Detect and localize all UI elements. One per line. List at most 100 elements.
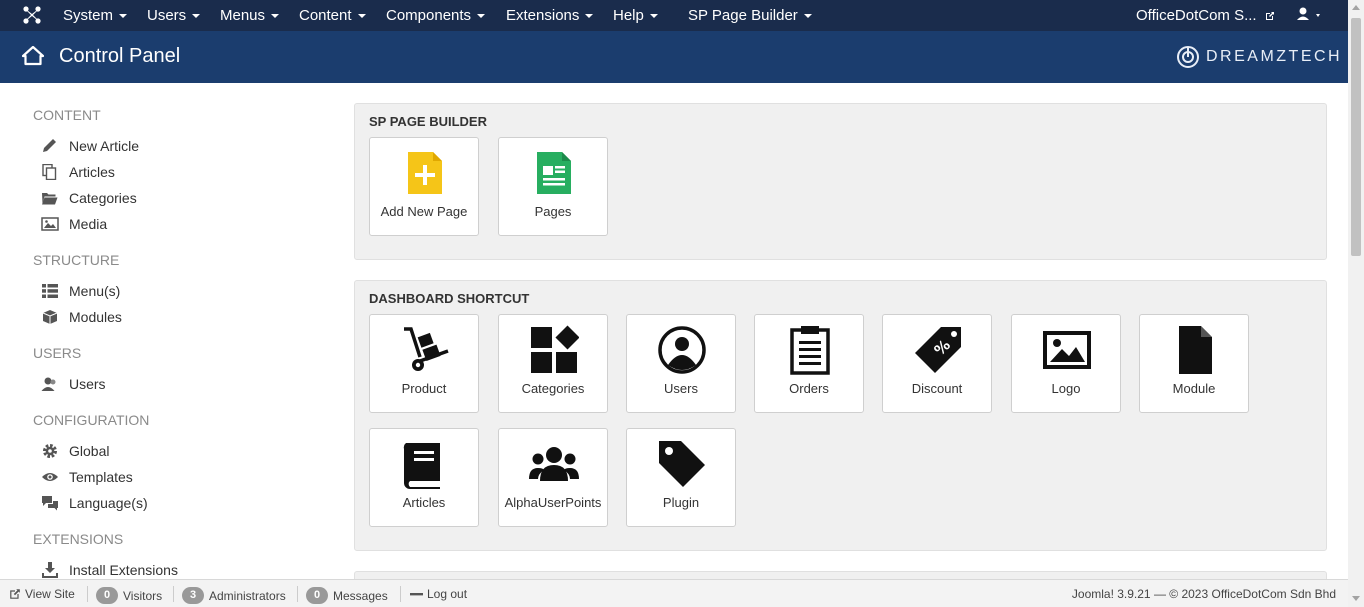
sidebar-item-label: Users — [69, 376, 106, 392]
menu-help[interactable]: Help — [613, 0, 658, 31]
cube-icon — [42, 310, 58, 324]
caret-down-icon — [803, 14, 812, 19]
minus-icon — [410, 593, 423, 596]
sidebar-item-new-article[interactable]: New Article — [41, 137, 139, 155]
sidebar-item-label: Media — [69, 216, 108, 232]
dashboard-shortcut-panel: DASHBOARD SHORTCUT Product Categories Us… — [354, 280, 1327, 551]
footer-info: Joomla! 3.9.21 — © 2023 OfficeDotCom Sdn… — [1072, 587, 1336, 601]
menu-content[interactable]: Content — [299, 0, 366, 31]
gear-icon — [43, 444, 57, 458]
external-link-icon — [1265, 12, 1274, 20]
scroll-down-arrow-icon[interactable] — [1352, 596, 1360, 601]
vertical-scrollbar[interactable] — [1348, 0, 1364, 607]
menu-components[interactable]: Components — [386, 0, 486, 31]
menu-menus-label: Menus — [220, 7, 266, 24]
caret-down-icon — [192, 14, 201, 19]
tile-label: Module — [1172, 381, 1216, 396]
joomla-logo-icon[interactable] — [22, 5, 42, 25]
user-icon — [1297, 7, 1320, 20]
comments-icon — [42, 496, 58, 511]
tile-label: Discount — [911, 381, 963, 396]
caret-down-icon — [119, 14, 128, 19]
visitors-badge: 0 — [96, 587, 118, 604]
user-circle-icon — [658, 326, 706, 374]
user-menu[interactable] — [1297, 7, 1323, 27]
sidebar-item-label: Articles — [69, 164, 115, 180]
file-icon — [1179, 326, 1212, 374]
menu-system[interactable]: System — [63, 0, 128, 31]
caret-down-icon — [477, 14, 486, 19]
logout-link[interactable]: Log out — [410, 587, 467, 601]
sidebar-heading-configuration: CONFIGURATION — [33, 412, 150, 428]
visitors-link[interactable]: 0 Visitors — [96, 587, 162, 604]
sidebar-item-modules[interactable]: Modules — [41, 308, 122, 326]
menu-sp-page-builder[interactable]: SP Page Builder — [688, 0, 812, 31]
tile-product[interactable]: Product — [369, 314, 479, 413]
sidebar-item-label: Language(s) — [69, 495, 148, 511]
home-icon — [22, 46, 44, 66]
sidebar-item-global[interactable]: Global — [41, 442, 109, 460]
tile-add-new-page[interactable]: Add New Page — [369, 137, 479, 236]
sidebar-heading-structure: STRUCTURE — [33, 252, 120, 268]
menu-system-label: System — [63, 7, 114, 24]
logout-label: Log out — [427, 587, 468, 601]
sidebar-item-users[interactable]: Users — [41, 375, 106, 393]
tile-orders[interactable]: Orders — [754, 314, 864, 413]
tile-label: Product — [401, 381, 447, 396]
sidebar-item-label: Templates — [69, 469, 133, 485]
menu-users-label: Users — [147, 7, 187, 24]
sidebar-item-articles[interactable]: Articles — [41, 163, 115, 181]
caret-down-icon — [585, 14, 594, 19]
scrollbar-thumb[interactable] — [1351, 18, 1361, 256]
menu-content-label: Content — [299, 7, 352, 24]
menu-menus[interactable]: Menus — [220, 0, 280, 31]
tile-plugin[interactable]: Plugin — [626, 428, 736, 527]
top-navbar: System Users Menus Content Components Ex… — [0, 0, 1348, 31]
menu-users[interactable]: Users — [147, 0, 201, 31]
sidebar-item-templates[interactable]: Templates — [41, 468, 133, 486]
menu-extensions[interactable]: Extensions — [506, 0, 594, 31]
joomla-version: Joomla! 3.9.21 — [1071, 587, 1151, 601]
tile-categories[interactable]: Categories — [498, 314, 608, 413]
page-header: Control Panel DREAMZTECH — [0, 31, 1348, 83]
tile-users[interactable]: Users — [626, 314, 736, 413]
messages-link[interactable]: 0 Messages — [306, 587, 388, 604]
caret-down-icon — [649, 14, 658, 19]
brand-name: DREAMZTECH — [1206, 48, 1343, 65]
tile-pages[interactable]: Pages — [498, 137, 608, 236]
tile-label: Categories — [521, 381, 585, 396]
page-title: Control Panel — [59, 45, 181, 67]
site-link[interactable]: OfficeDotCom S... — [1136, 0, 1275, 31]
brand-logo: DREAMZTECH — [1176, 44, 1342, 70]
sp-page-builder-panel: SP PAGE BUILDER Add New Page Pages — [354, 103, 1327, 260]
tile-articles[interactable]: Articles — [369, 428, 479, 527]
add-page-icon — [408, 152, 442, 194]
sidebar-item-categories[interactable]: Categories — [41, 189, 137, 207]
external-link-icon — [10, 589, 20, 599]
tile-discount[interactable]: % Discount — [882, 314, 992, 413]
users-icon — [41, 377, 56, 391]
view-site-link[interactable]: View Site — [9, 587, 75, 601]
scroll-up-arrow-icon[interactable] — [1352, 5, 1360, 10]
folder-open-icon — [42, 193, 58, 205]
view-site-label: View Site — [25, 587, 75, 601]
divider — [297, 586, 298, 602]
administrators-link[interactable]: 3 Administrators — [182, 587, 286, 604]
site-name: OfficeDotCom S... — [1136, 7, 1257, 24]
divider — [173, 586, 174, 602]
sidebar-item-label: Modules — [69, 309, 122, 325]
sidebar-item-media[interactable]: Media — [41, 215, 107, 233]
panel-heading: SP PAGE BUILDER — [369, 114, 487, 129]
sidebar-heading-content: CONTENT — [33, 107, 101, 123]
sidebar-item-label: Global — [69, 443, 110, 459]
sidebar-item-languages[interactable]: Language(s) — [41, 494, 148, 512]
dreamztech-logo-icon — [1177, 46, 1199, 68]
list-icon — [42, 284, 58, 298]
tile-logo[interactable]: Logo — [1011, 314, 1121, 413]
menu-sp-page-builder-label: SP Page Builder — [688, 7, 798, 24]
sidebar-item-menus[interactable]: Menu(s) — [41, 282, 120, 300]
tile-module[interactable]: Module — [1139, 314, 1249, 413]
tile-alphauserpoints[interactable]: AlphaUserPoints — [498, 428, 608, 527]
tag-icon — [659, 441, 705, 487]
sidebar-item-install-extensions[interactable]: Install Extensions — [41, 561, 178, 579]
